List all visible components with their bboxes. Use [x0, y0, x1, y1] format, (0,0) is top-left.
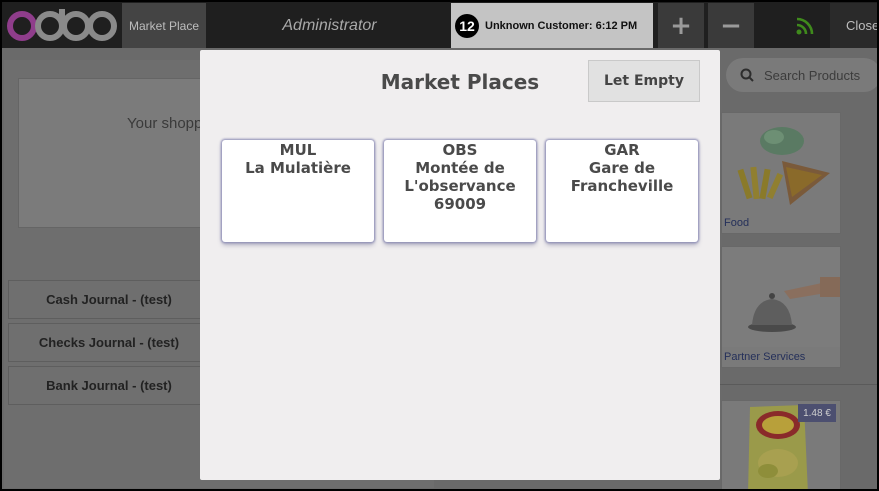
plus-icon: +: [670, 10, 692, 41]
market-place-tab[interactable]: Market Place: [122, 3, 206, 48]
market-place-card-mul[interactable]: MUL La Mulatière: [222, 140, 374, 242]
market-place-code: GAR: [604, 141, 640, 159]
payment-method-bank[interactable]: Bank Journal - (test): [8, 366, 210, 405]
rss-icon: [796, 17, 814, 34]
payment-method-checks[interactable]: Checks Journal - (test): [8, 323, 210, 362]
user-name[interactable]: Administrator: [207, 3, 452, 48]
market-place-name-line: Gare de: [588, 159, 656, 177]
food-image: [737, 127, 830, 205]
category-label: Food: [724, 217, 750, 229]
category-food[interactable]: Food: [721, 112, 841, 234]
pos-window: Market Place Administrator 12 Unknown Cu…: [2, 2, 877, 489]
category-label: Partner Services: [724, 351, 806, 363]
market-place-card-gar[interactable]: GAR Gare de Francheville: [546, 140, 698, 242]
order-tab[interactable]: 12 Unknown Customer: 6:12 PM: [451, 3, 653, 48]
market-place-name-line: Montée de: [415, 159, 505, 177]
service-bell-image: [722, 247, 840, 347]
market-place-name-line: L'observance: [404, 177, 516, 195]
top-header: Market Place Administrator 12 Unknown Cu…: [2, 2, 877, 48]
category-partner-services[interactable]: Partner Services: [721, 246, 841, 368]
market-place-name-line: 69009: [433, 195, 487, 213]
remove-order-button[interactable]: −: [708, 3, 754, 48]
empty-cart-text: Your shopp: [127, 115, 203, 132]
product-search-input[interactable]: Search Products: [726, 58, 877, 92]
minus-icon: −: [720, 10, 742, 41]
order-number-badge: 12: [455, 13, 479, 38]
add-order-button[interactable]: +: [658, 3, 704, 48]
order-label: Unknown Customer: 6:12 PM: [485, 19, 638, 32]
market-place-code: OBS: [442, 141, 478, 159]
market-places-popup: Market Places Let Empty MUL La Mulatière…: [200, 50, 720, 480]
payment-method-cash[interactable]: Cash Journal - (test): [8, 280, 210, 319]
market-place-name-line: La Mulatière: [245, 159, 351, 177]
market-place-card-obs[interactable]: OBS Montée de L'observance 69009: [384, 140, 536, 242]
market-place-name-line: Francheville: [570, 177, 674, 195]
price-tag: 1.48 €: [798, 404, 836, 422]
close-button[interactable]: Close: [830, 3, 877, 48]
search-placeholder: Search Products: [764, 67, 861, 83]
market-place-code: MUL: [279, 141, 317, 159]
let-empty-button[interactable]: Let Empty: [588, 60, 700, 102]
proxy-status-button[interactable]: [782, 3, 828, 48]
odoo-logo: [6, 7, 118, 43]
search-icon: [740, 68, 754, 82]
